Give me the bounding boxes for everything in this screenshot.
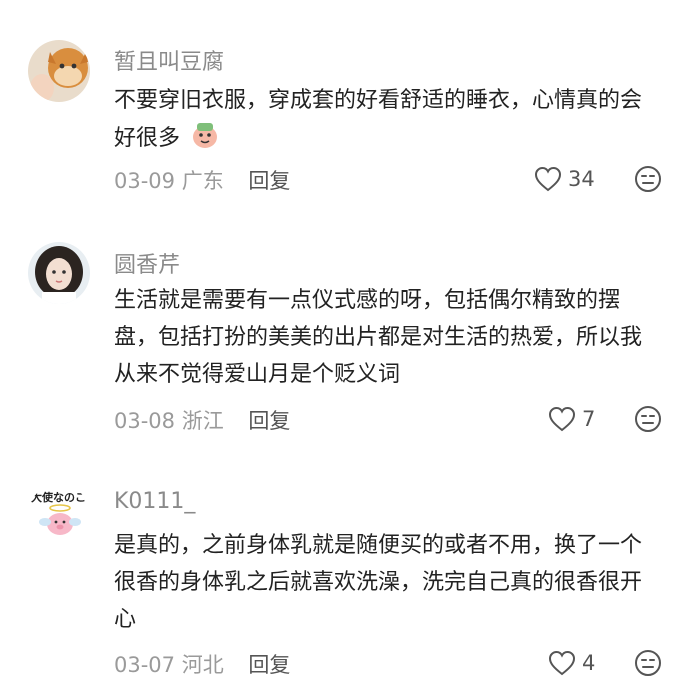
reply-button[interactable]: 回复 xyxy=(248,653,290,677)
comment-meta: 03-08 浙江 回复 xyxy=(114,405,290,435)
comment-meta: 03-09 广东 回复 xyxy=(114,165,290,195)
dislike-face-icon[interactable] xyxy=(634,649,662,677)
avatar[interactable]: 大使なのこ xyxy=(28,484,90,546)
angel-pig-avatar-icon: 大使なのこ xyxy=(28,484,90,546)
reply-button[interactable]: 回复 xyxy=(248,409,290,433)
comment-location: 浙江 xyxy=(181,409,224,433)
dislike-face-icon[interactable] xyxy=(634,405,662,433)
comment-text: 是真的，之前身体乳就是随便买的或者不用，换了一个很香的身体乳之后就喜欢洗澡，洗完… xyxy=(114,533,643,632)
dislike-face-icon[interactable] xyxy=(634,165,662,193)
heart-icon xyxy=(548,406,576,432)
like-button[interactable]: 34 xyxy=(534,164,595,194)
reply-button[interactable]: 回复 xyxy=(248,169,290,193)
like-button[interactable]: 4 xyxy=(548,648,595,678)
avatar-text: 大使なのこ xyxy=(31,490,86,504)
like-count: 7 xyxy=(582,407,596,431)
cat-avatar-icon xyxy=(28,40,90,102)
avatar[interactable] xyxy=(28,242,90,304)
heart-icon xyxy=(548,650,576,676)
comment-date: 03-08 xyxy=(114,409,176,433)
like-count: 4 xyxy=(582,651,596,675)
comment-location: 河北 xyxy=(181,653,224,677)
avatar[interactable] xyxy=(28,40,90,102)
sticker-emoji-icon xyxy=(193,123,218,148)
girl-avatar-icon xyxy=(28,242,90,304)
comment-date: 03-09 xyxy=(114,169,176,193)
heart-icon xyxy=(534,166,562,192)
comment-date: 03-07 xyxy=(114,653,176,677)
username[interactable]: K0111_ xyxy=(114,489,195,514)
comment-meta: 03-07 河北 回复 xyxy=(114,649,290,679)
comment-location: 广东 xyxy=(181,169,224,193)
like-button[interactable]: 7 xyxy=(548,404,595,434)
username[interactable]: 圆香芹 xyxy=(114,247,180,279)
comment-text: 不要穿旧衣服，穿成套的好看舒适的睡衣，心情真的会好很多 xyxy=(114,82,654,157)
like-count: 34 xyxy=(568,167,595,191)
comment-text: 生活就是需要有一点仪式感的呀，包括偶尔精致的摆盘，包括打扮的美美的出片都是对生活… xyxy=(114,288,643,387)
username[interactable]: 暂且叫豆腐 xyxy=(114,44,224,76)
